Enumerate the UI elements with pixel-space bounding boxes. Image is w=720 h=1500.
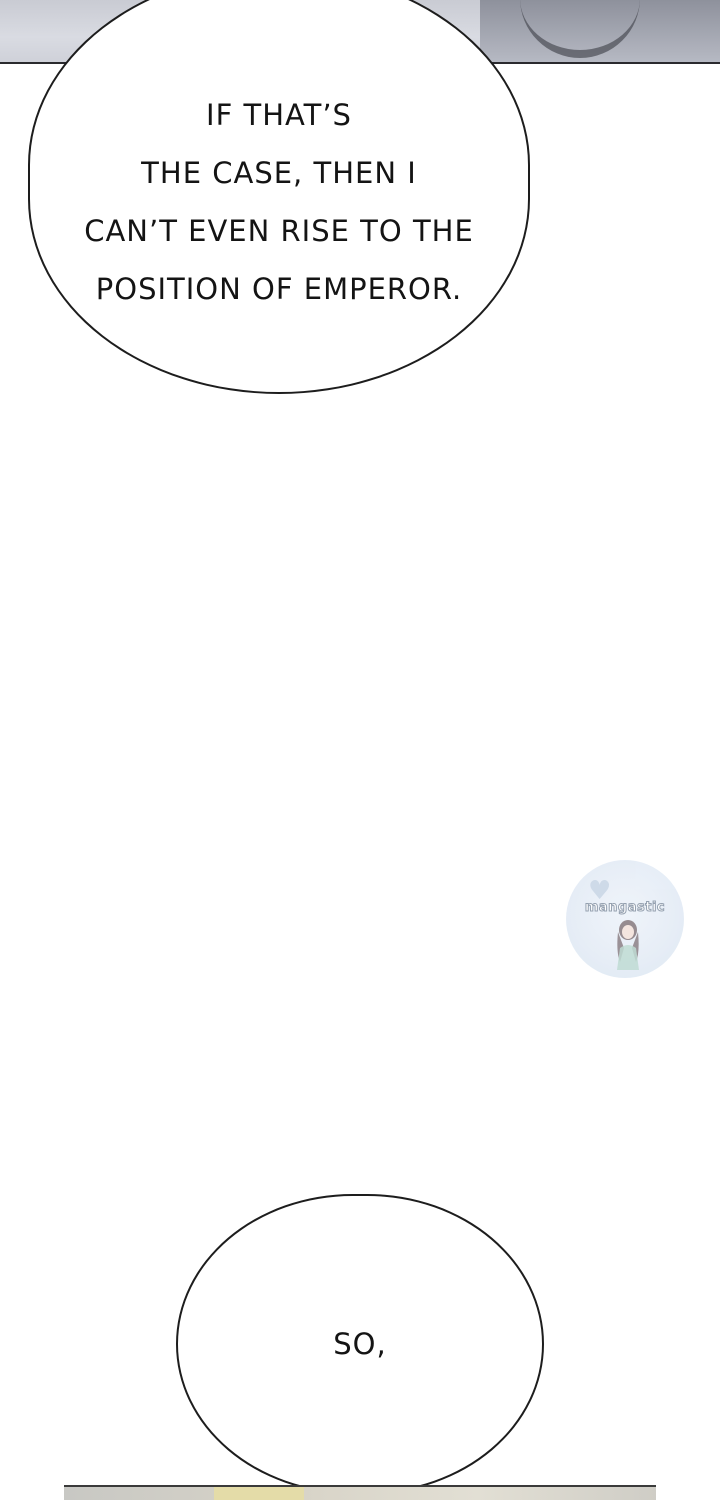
speech-line: CAN’T EVEN RISE TO THE (84, 214, 474, 248)
speech-bubble-bottom: SO, (176, 1194, 544, 1494)
next-panel-edge (64, 1485, 656, 1500)
watermark-character-icon (617, 920, 639, 970)
speech-bubble-top: IF THAT’S THE CASE, THEN I CAN’T EVEN RI… (28, 0, 530, 394)
speech-line: IF THAT’S (206, 98, 352, 132)
panel-artwork-accent (214, 1487, 304, 1500)
speech-bubble-top-text: IF THAT’S THE CASE, THEN I CAN’T EVEN RI… (84, 86, 474, 318)
speech-line: THE CASE, THEN I (141, 156, 417, 190)
speech-bubble-bottom-text: SO, (333, 1315, 386, 1373)
watermark-logo-text: mangastic (584, 900, 666, 916)
speech-line: SO, (333, 1327, 387, 1361)
comic-page: IF THAT’S THE CASE, THEN I CAN’T EVEN RI… (0, 0, 720, 1500)
scanlation-watermark: ♥ mangastic (566, 860, 684, 978)
speech-line: POSITION OF EMPEROR. (95, 272, 463, 306)
